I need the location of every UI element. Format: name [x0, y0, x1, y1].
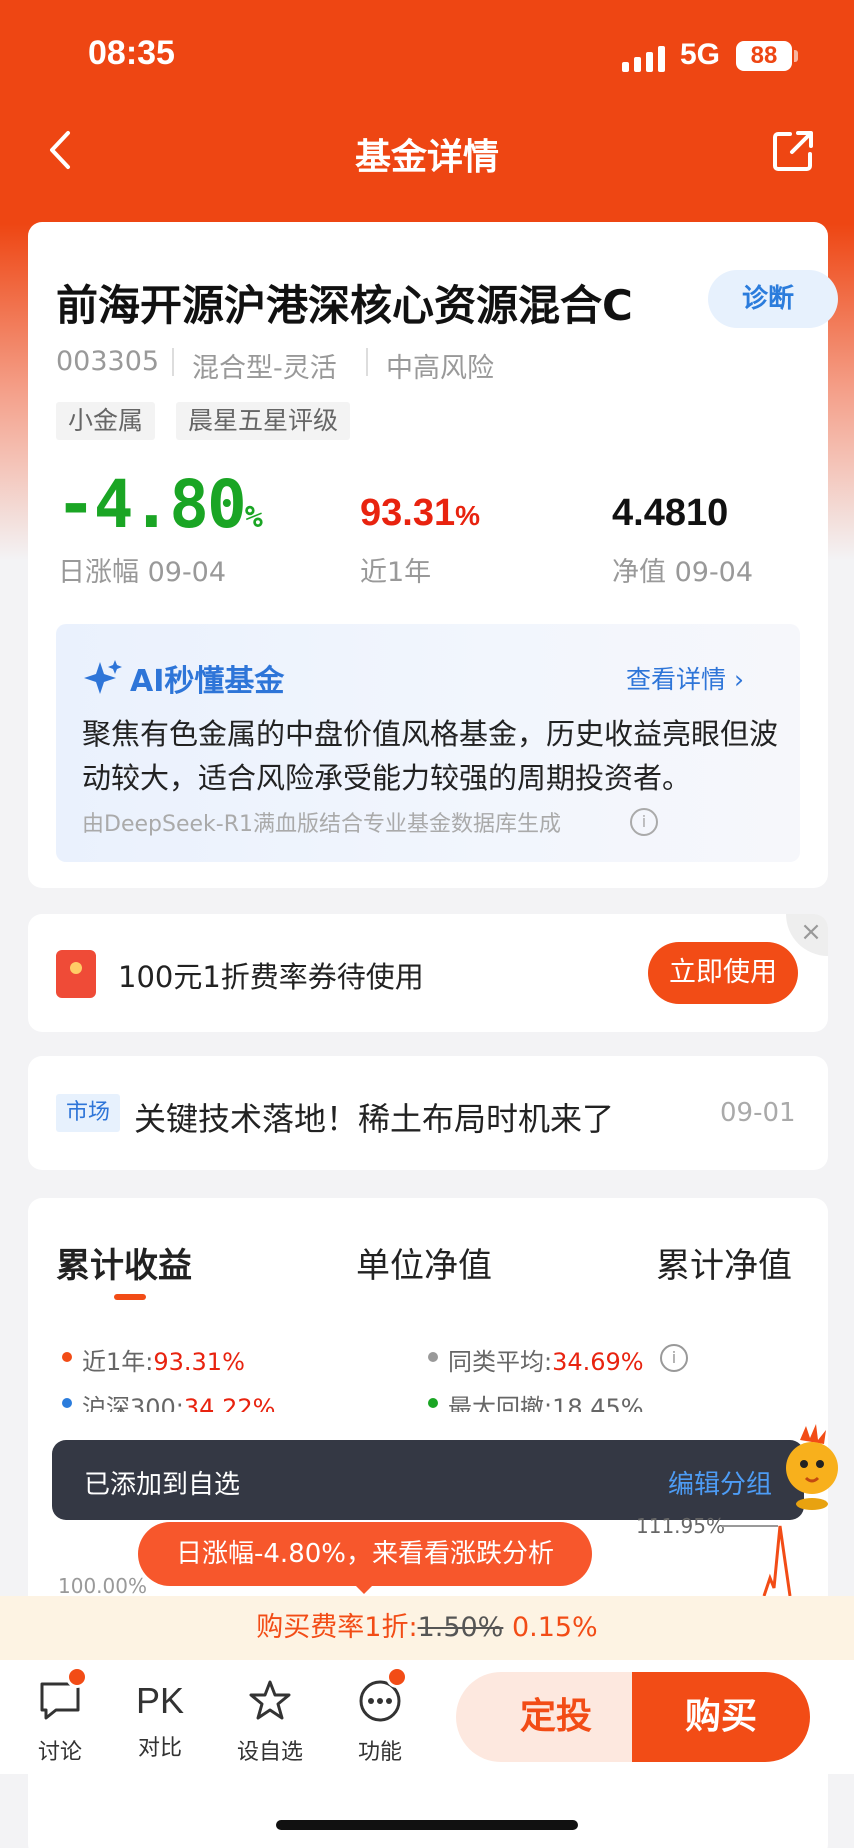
year-return-label: 近1年: [360, 557, 432, 588]
divider: [172, 348, 174, 376]
watch-label: 设自选: [236, 1740, 303, 1765]
info-icon[interactable]: i: [630, 808, 658, 836]
chart-base-label: 100.00%: [58, 1574, 147, 1596]
news-tag: 市场: [56, 1094, 120, 1132]
ai-title: AI秒懂基金: [130, 664, 285, 699]
edit-group-button[interactable]: 编辑分组: [668, 1464, 772, 1501]
toast-text: 已添加到自选: [84, 1470, 241, 1500]
fund-tag[interactable]: 晨星五星评级: [176, 402, 351, 440]
ai-source-note: 由DeepSeek-R1满血版结合专业基金数据库生成: [82, 812, 561, 837]
compare-button[interactable]: PK 对比: [120, 1678, 200, 1762]
pk-icon: PK: [135, 1680, 185, 1721]
news-date: 09-01: [720, 1098, 796, 1128]
function-button[interactable]: 功能: [340, 1678, 420, 1766]
legend-item: 同类平均:34.69%: [448, 1348, 644, 1376]
legend-dot: [62, 1398, 72, 1408]
star-icon: [249, 1680, 291, 1720]
chart-high-label: 111.95%: [636, 1514, 725, 1538]
signal-icon: [622, 46, 665, 72]
nav-value: 4.4810: [612, 492, 729, 534]
fund-tag[interactable]: 小金属: [56, 402, 156, 440]
tab-unit-nav[interactable]: 单位净值: [356, 1238, 492, 1287]
chart-line: [722, 1525, 792, 1596]
year-return-value: 93.31%: [360, 492, 480, 534]
legend-row-2: 沪深300:34.22% 最大回撤:18.45%: [40, 1382, 820, 1412]
change-analysis-pill[interactable]: 日涨幅-4.80%，来看看涨跌分析: [138, 1522, 592, 1586]
fund-code: 003305: [56, 346, 160, 377]
legend-item: 沪深300:34.22%: [82, 1394, 276, 1412]
sparkle-icon: [84, 660, 122, 694]
share-icon[interactable]: [770, 128, 816, 174]
nav-label: 净值 09-04: [612, 557, 754, 588]
home-indicator: [276, 1820, 578, 1830]
auto-invest-button[interactable]: 定投: [456, 1672, 656, 1762]
use-coupon-button[interactable]: 立即使用: [648, 942, 798, 1004]
news-title[interactable]: 关键技术落地！稀土布局时机来了: [134, 1094, 614, 1140]
page-title: 基金详情: [354, 137, 499, 178]
battery-tip: [794, 50, 798, 62]
legend-dot: [62, 1352, 72, 1362]
network-type: 5G: [680, 38, 721, 71]
legend-item: 最大回撤:18.45%: [448, 1394, 644, 1412]
legend-dot: [428, 1398, 438, 1408]
pill-pointer: [354, 1584, 374, 1594]
divider: [366, 348, 368, 376]
fund-risk: 中高风险: [386, 353, 494, 384]
status-time: 08:35: [88, 34, 175, 72]
legend-dot: [428, 1352, 438, 1362]
function-label: 功能: [357, 1740, 402, 1765]
red-envelope-seal: [70, 962, 82, 974]
daily-change-value: -4.80%: [56, 466, 263, 543]
battery-icon: 88: [736, 41, 792, 71]
discuss-label: 讨论: [37, 1740, 82, 1765]
red-envelope-icon: [56, 950, 96, 998]
discuss-button[interactable]: 讨论: [20, 1678, 100, 1766]
legend-item: 近1年:93.31%: [82, 1348, 245, 1376]
tab-accumulated-nav[interactable]: 累计净值: [656, 1238, 792, 1287]
tab-underline: [114, 1294, 146, 1300]
compare-label: 对比: [137, 1736, 182, 1761]
daily-change-label: 日涨幅 09-04: [58, 557, 227, 588]
ai-detail-link[interactable]: 查看详情 ›: [626, 660, 744, 696]
mascot-icon[interactable]: [780, 1424, 842, 1514]
diagnose-button[interactable]: 诊断: [708, 270, 838, 328]
ai-summary-text: 聚焦有色金属的中盘价值风格基金，历史收益亮眼但波动较大，适合风险承受能力较强的周…: [82, 717, 779, 795]
fund-name: 前海开源沪港深核心资源混合C: [56, 281, 633, 330]
fund-type: 混合型-灵活: [192, 353, 337, 384]
fee-banner: 购买费率1折:1.50% 0.15%: [0, 1596, 854, 1660]
add-watchlist-button[interactable]: 设自选: [230, 1678, 310, 1766]
coupon-text: 100元1折费率券待使用: [118, 960, 424, 994]
notification-badge: [386, 1666, 408, 1688]
buy-button[interactable]: 购买: [632, 1672, 810, 1762]
notification-badge: [66, 1666, 88, 1688]
tab-cumulative-return[interactable]: 累计收益: [56, 1238, 192, 1287]
info-icon[interactable]: i: [660, 1344, 688, 1372]
